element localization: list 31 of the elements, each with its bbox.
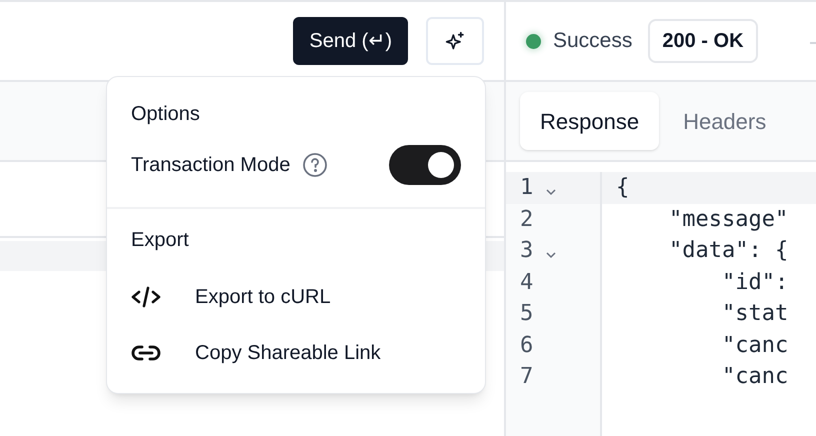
link-icon	[131, 343, 161, 363]
status-label: Success	[553, 28, 632, 54]
line-number: 6	[520, 332, 534, 360]
line-number: 2	[520, 206, 534, 234]
send-button[interactable]: Send (↵)	[293, 17, 408, 65]
code-line: "message"	[668, 206, 790, 234]
line-number: 3	[520, 237, 534, 266]
sparkle-icon	[445, 31, 465, 51]
line-number: 5	[520, 300, 534, 328]
fold-chevron-icon[interactable]	[545, 250, 558, 259]
line-number: 4	[520, 268, 534, 297]
line-number: 1	[520, 174, 534, 202]
response-tab[interactable]: Headers	[663, 92, 786, 150]
response-tab[interactable]: Response	[520, 92, 660, 150]
transaction-mode-toggle[interactable]	[389, 145, 461, 185]
code-line: "data": {	[668, 237, 790, 266]
menu-item[interactable]: Copy Shareable Link	[107, 325, 485, 381]
code-line: "id":	[720, 268, 790, 297]
code-line: "canc	[720, 332, 790, 360]
fold-chevron-icon[interactable]	[545, 188, 558, 196]
ai-button[interactable]	[426, 17, 484, 65]
status-code: 200 - OK	[648, 19, 758, 63]
menu-section-title: Export	[130, 228, 190, 253]
code-line: "canc	[720, 363, 790, 392]
code-line: "stat	[720, 300, 790, 328]
line-number: 7	[520, 363, 534, 392]
toggle-label: Transaction Mode	[131, 153, 290, 178]
menu-item[interactable]: Export to cURL	[107, 269, 485, 325]
menu-section-title: Options	[130, 102, 201, 127]
code-icon	[131, 286, 161, 308]
help-icon[interactable]	[302, 152, 328, 178]
